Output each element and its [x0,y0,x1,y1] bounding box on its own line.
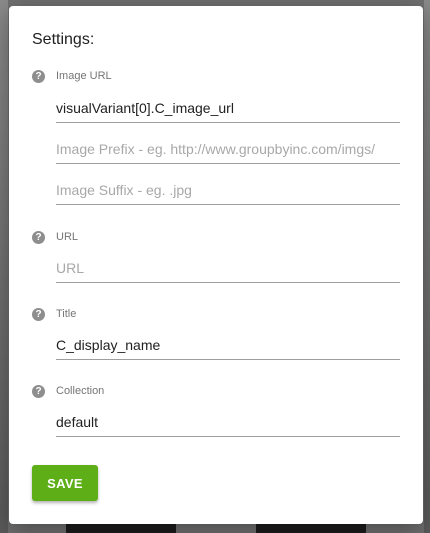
image-url-label: Image URL [56,70,112,82]
dialog-title: Settings: [32,31,95,48]
section-header: ? Image URL [32,68,400,84]
collection-input[interactable] [56,414,400,430]
section-header: ? URL [32,229,400,245]
save-button[interactable]: SAVE [32,465,98,501]
help-icon[interactable]: ? [32,307,45,321]
image-url-field [56,84,400,123]
backdrop-left [0,0,8,533]
title-label: Title [56,308,77,320]
collection-field [56,399,400,437]
url-input[interactable] [56,260,400,276]
url-label: URL [56,231,79,243]
image-url-section: ? Image URL [32,68,400,205]
image-url-input[interactable] [56,100,400,116]
help-icon[interactable]: ? [32,384,45,398]
image-prefix-field [56,123,400,164]
url-field [56,245,400,283]
collection-label: Collection [56,385,105,397]
collection-section: ? Collection [32,383,400,437]
title-input[interactable] [56,337,400,353]
image-suffix-field [56,164,400,205]
url-section: ? URL [32,229,400,283]
section-header: ? Collection [32,383,400,399]
settings-dialog: Settings: ? Image URL ? URL ? Title [9,6,423,524]
backdrop-right [424,0,430,533]
section-header: ? Title [32,306,400,322]
help-icon[interactable]: ? [32,230,45,244]
image-prefix-input[interactable] [56,141,400,157]
help-icon[interactable]: ? [32,69,45,83]
image-suffix-input[interactable] [56,182,400,198]
title-field [56,322,400,360]
title-section: ? Title [32,306,400,360]
